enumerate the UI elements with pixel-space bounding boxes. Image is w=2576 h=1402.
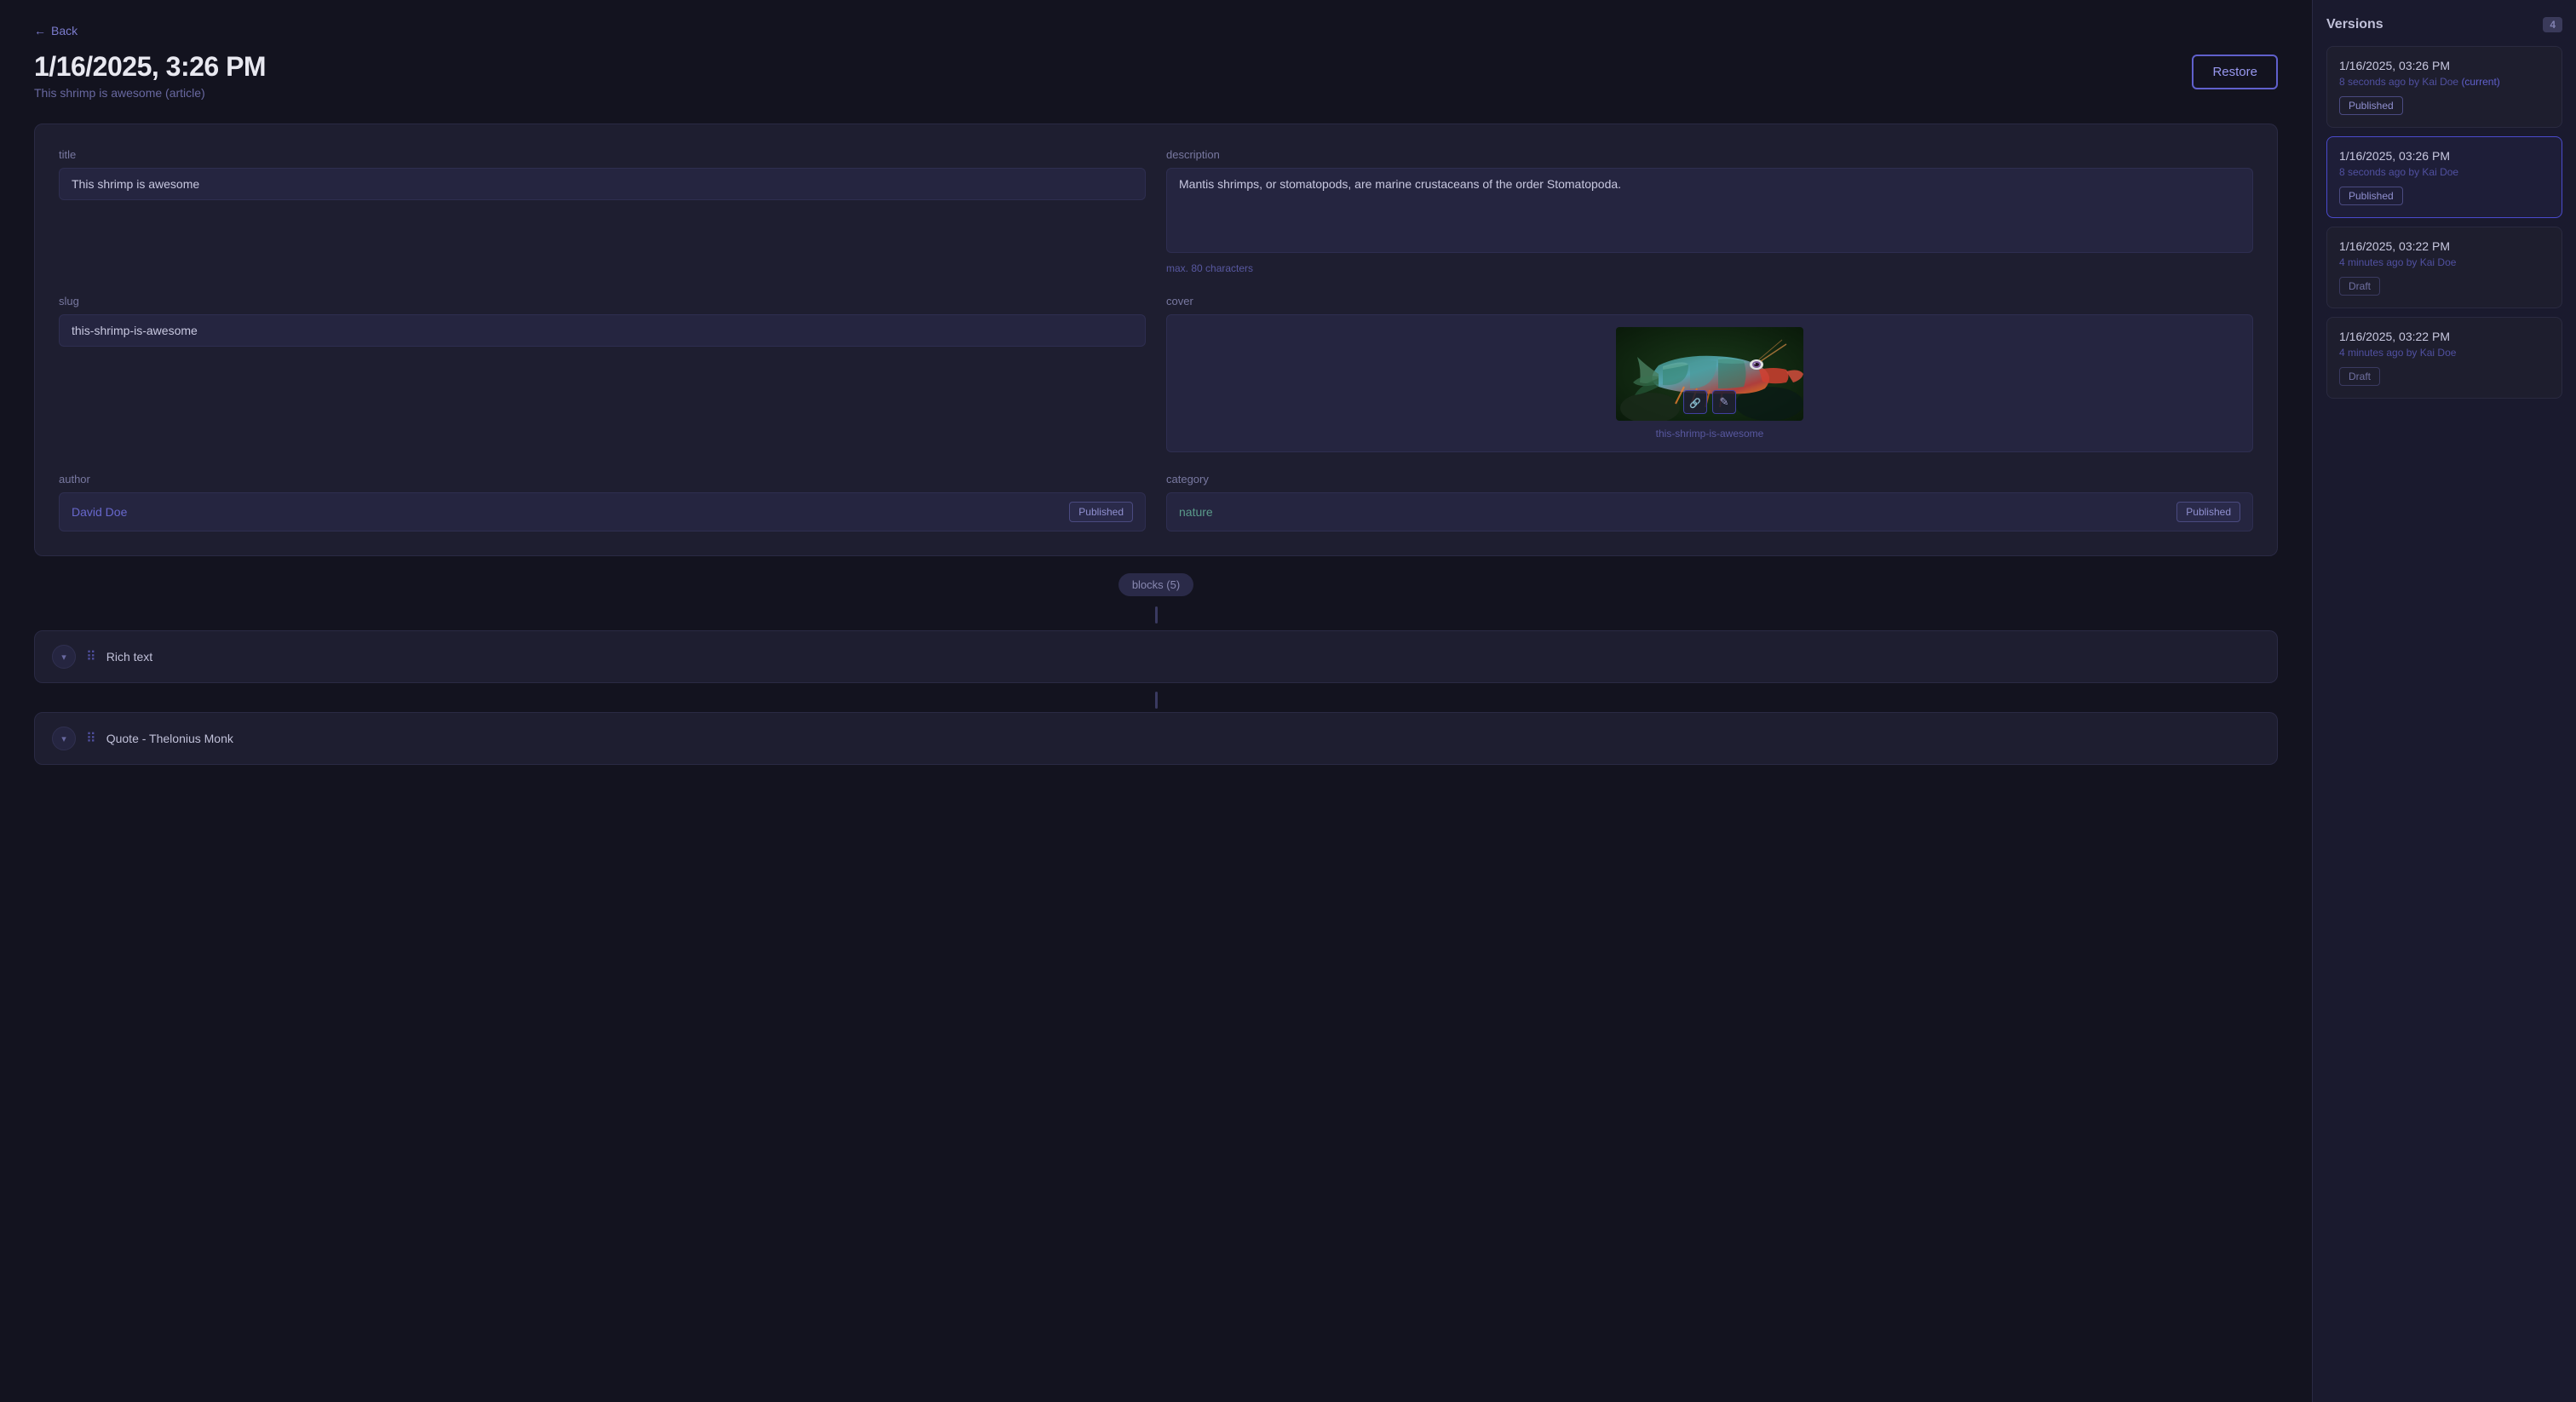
block-grid-icon-quote — [86, 730, 96, 747]
version-date-2: 1/16/2025, 03:26 PM — [2339, 149, 2550, 163]
back-label: Back — [51, 24, 78, 37]
blocks-label-area: blocks (5) — [34, 573, 2278, 596]
block-card-richtext: Rich text — [34, 630, 2278, 683]
char-limit: max. 80 characters — [1166, 262, 2253, 274]
category-input-container[interactable]: nature Published — [1166, 492, 2253, 531]
category-value: nature — [1179, 505, 1213, 519]
version-date-4: 1/16/2025, 03:22 PM — [2339, 330, 2550, 343]
page-header: 1/16/2025, 3:26 PM This shrimp is awesom… — [34, 51, 2278, 100]
description-input[interactable]: Mantis shrimps, or stomatopods, are mari… — [1166, 168, 2253, 253]
cover-field: cover — [1166, 295, 2253, 452]
versions-sidebar: Versions 4 1/16/2025, 03:26 PM 8 seconds… — [2312, 0, 2576, 1402]
version-date-3: 1/16/2025, 03:22 PM — [2339, 239, 2550, 253]
scroll-indicator-middle — [34, 692, 2278, 709]
link-icon — [1689, 396, 1701, 409]
version-card-3[interactable]: 1/16/2025, 03:22 PM 4 minutes ago by Kai… — [2326, 227, 2562, 308]
chevron-down-icon-2 — [61, 733, 66, 744]
category-label: category — [1166, 473, 2253, 486]
form-card: title description Mantis shrimps, or sto… — [34, 124, 2278, 556]
cover-filename: this-shrimp-is-awesome — [1656, 428, 1764, 440]
edit-icon — [1720, 395, 1729, 409]
back-link[interactable]: Back — [34, 24, 2278, 37]
block-title-quote: Quote - Thelonius Monk — [106, 732, 233, 745]
page-title: 1/16/2025, 3:26 PM — [34, 51, 266, 83]
scroll-bar-top — [1155, 606, 1158, 623]
version-meta-4: 4 minutes ago by Kai Doe — [2339, 347, 2550, 359]
main-content: Back 1/16/2025, 3:26 PM This shrimp is a… — [0, 0, 2312, 1402]
version-card-1[interactable]: 1/16/2025, 03:26 PM 8 seconds ago by Kai… — [2326, 46, 2562, 128]
version-status-2: Published — [2339, 187, 2403, 205]
cover-edit-button[interactable] — [1712, 390, 1736, 414]
sidebar-title: Versions — [2326, 17, 2383, 32]
author-label: author — [59, 473, 1146, 486]
page-header-left: 1/16/2025, 3:26 PM This shrimp is awesom… — [34, 51, 266, 100]
block-grid-icon-richtext — [86, 648, 96, 665]
title-field: title — [59, 148, 1146, 274]
sidebar-header: Versions 4 — [2326, 17, 2562, 32]
description-label: description — [1166, 148, 2253, 161]
version-date-1: 1/16/2025, 03:26 PM — [2339, 59, 2550, 72]
version-count-badge: 4 — [2543, 17, 2562, 32]
title-label: title — [59, 148, 1146, 161]
version-meta-2: 8 seconds ago by Kai Doe — [2339, 166, 2550, 178]
back-arrow-icon — [34, 24, 46, 37]
version-card-2[interactable]: 1/16/2025, 03:26 PM 8 seconds ago by Kai… — [2326, 136, 2562, 218]
version-status-4: Draft — [2339, 367, 2380, 386]
form-row-author-category: author David Doe Published category natu… — [59, 473, 2253, 531]
block-collapse-button-richtext[interactable] — [52, 645, 76, 669]
category-field: category nature Published — [1166, 473, 2253, 531]
category-status-badge: Published — [2176, 502, 2240, 522]
version-meta-3: 4 minutes ago by Kai Doe — [2339, 256, 2550, 268]
author-value: David Doe — [72, 505, 127, 519]
page-subtitle: This shrimp is awesome (article) — [34, 86, 266, 100]
slug-input[interactable] — [59, 314, 1146, 347]
cover-link-button[interactable] — [1683, 390, 1707, 414]
description-field: description Mantis shrimps, or stomatopo… — [1166, 148, 2253, 274]
chevron-down-icon — [61, 652, 66, 663]
form-row-title-description: title description Mantis shrimps, or sto… — [59, 148, 2253, 274]
block-title-richtext: Rich text — [106, 650, 152, 664]
blocks-pill: blocks (5) — [1118, 573, 1193, 596]
scroll-indicator-top — [34, 606, 2278, 623]
cover-container: this-shrimp-is-awesome — [1166, 314, 2253, 452]
version-meta-1: 8 seconds ago by Kai Doe (current) — [2339, 76, 2550, 88]
version-status-3: Draft — [2339, 277, 2380, 296]
cover-image-wrapper — [1616, 327, 1803, 421]
author-status-badge: Published — [1069, 502, 1133, 522]
author-field: author David Doe Published — [59, 473, 1146, 531]
cover-label: cover — [1166, 295, 2253, 307]
restore-button[interactable]: Restore — [2192, 55, 2278, 89]
block-collapse-button-quote[interactable] — [52, 727, 76, 750]
slug-field: slug — [59, 295, 1146, 452]
form-row-slug-cover: slug cover — [59, 295, 2253, 452]
author-input-container[interactable]: David Doe Published — [59, 492, 1146, 531]
version-card-4[interactable]: 1/16/2025, 03:22 PM 4 minutes ago by Kai… — [2326, 317, 2562, 399]
scroll-bar-middle — [1155, 692, 1158, 709]
version-status-1: Published — [2339, 96, 2403, 115]
title-input[interactable] — [59, 168, 1146, 200]
slug-label: slug — [59, 295, 1146, 307]
cover-actions — [1683, 390, 1736, 414]
current-label-1: (current) — [2461, 76, 2499, 88]
block-card-quote: Quote - Thelonius Monk — [34, 712, 2278, 765]
